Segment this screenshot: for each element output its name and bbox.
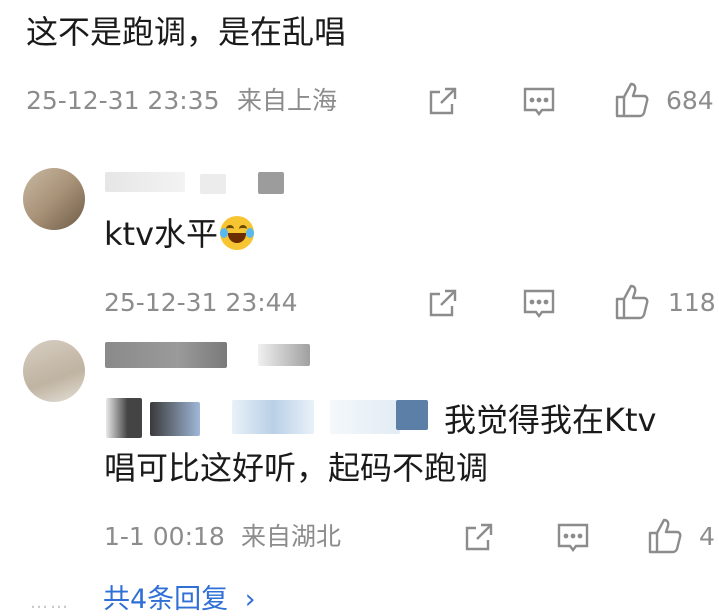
reply-text-content: ktv水平 bbox=[104, 215, 219, 253]
reply-text-line1: 我觉得我在Ktv bbox=[444, 401, 657, 439]
blurred-reply-target bbox=[396, 400, 428, 430]
comment-icon[interactable] bbox=[521, 84, 557, 120]
reply-location: 来自湖北 bbox=[241, 522, 342, 551]
blurred-reply-target bbox=[330, 400, 400, 434]
comment-text: 这不是跑调，是在乱唱 bbox=[26, 13, 347, 51]
laugh-crying-emoji-icon bbox=[220, 216, 255, 250]
blurred-username bbox=[105, 172, 185, 192]
reply-text-line2: 唱可比这好听，起码不跑调 bbox=[104, 449, 489, 487]
reply-date: 1-1 00:18 bbox=[104, 522, 225, 551]
blurred-badge bbox=[200, 174, 226, 194]
like-count: 118 bbox=[668, 288, 716, 317]
blurred-username bbox=[105, 342, 227, 368]
share-icon[interactable] bbox=[462, 520, 496, 554]
like-count: 4 bbox=[699, 522, 715, 551]
share-icon[interactable] bbox=[426, 286, 460, 320]
more-replies-link[interactable]: 共4条回复 › bbox=[103, 584, 256, 616]
thumbs-up-icon[interactable] bbox=[613, 80, 653, 120]
more-replies-label: 共4条回复 bbox=[103, 584, 229, 615]
share-icon[interactable] bbox=[426, 84, 460, 118]
blurred-reply-target bbox=[150, 402, 200, 436]
comment-icon[interactable] bbox=[521, 286, 557, 322]
comment-icon[interactable] bbox=[555, 520, 591, 556]
blurred-badge bbox=[258, 172, 284, 194]
dots-divider: …… bbox=[30, 592, 70, 613]
avatar[interactable] bbox=[23, 340, 85, 402]
thumbs-up-icon[interactable] bbox=[613, 282, 653, 322]
like-count: 684 bbox=[666, 86, 714, 115]
avatar[interactable] bbox=[23, 168, 85, 230]
blurred-reply-target bbox=[106, 398, 142, 438]
blurred-reply-target bbox=[232, 400, 314, 434]
chevron-right-icon: › bbox=[244, 584, 256, 615]
comment-location: 来自上海 bbox=[237, 86, 338, 115]
reply-text: ktv水平 bbox=[104, 214, 255, 254]
blurred-badge bbox=[258, 344, 310, 366]
comment-date: 25-12-31 23:35 bbox=[26, 86, 220, 115]
thumbs-up-icon[interactable] bbox=[646, 516, 686, 556]
reply-date: 25-12-31 23:44 bbox=[104, 288, 298, 317]
